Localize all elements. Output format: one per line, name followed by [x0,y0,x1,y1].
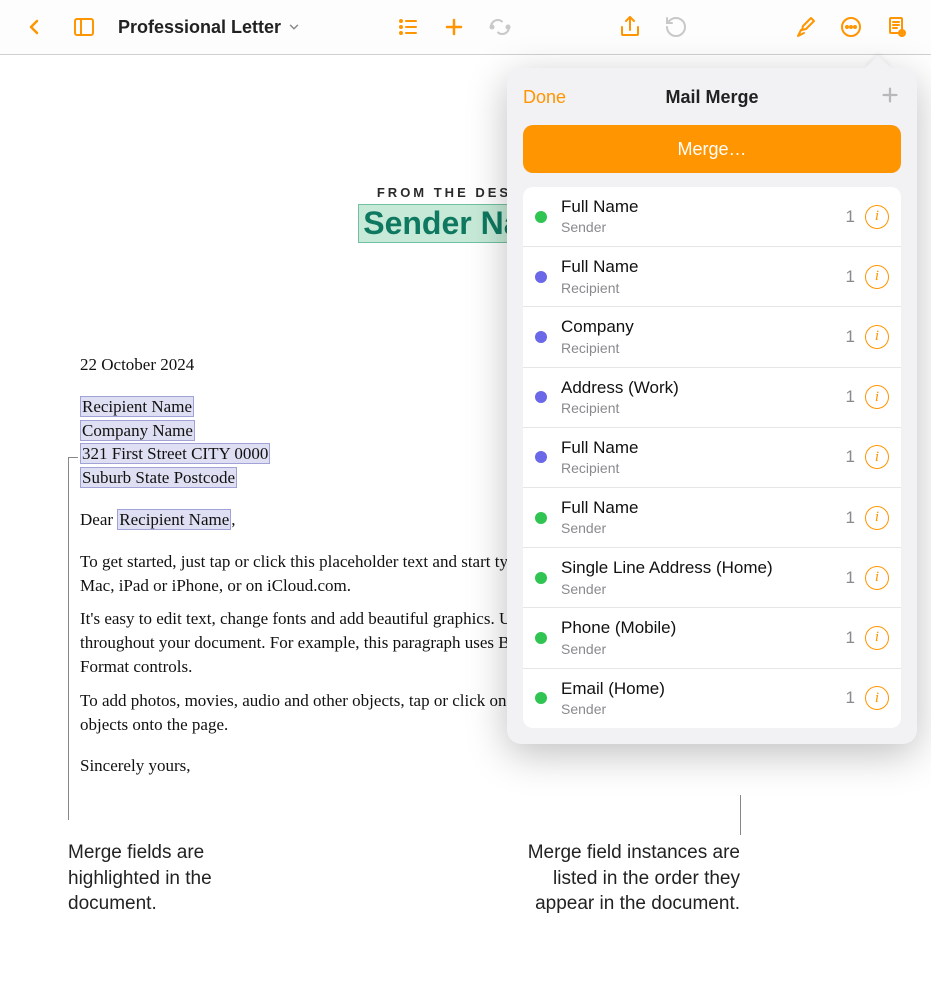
info-icon[interactable]: i [865,385,889,409]
back-icon[interactable] [12,5,56,49]
chevron-down-icon [287,20,301,34]
info-icon[interactable]: i [865,205,889,229]
merge-field-row[interactable]: Address (Work) Recipient 1 i [523,368,901,428]
field-name-label: Email (Home) [561,679,846,699]
field-role-label: Sender [561,581,846,598]
document-settings-icon[interactable] [875,5,919,49]
field-count: 1 [846,207,855,227]
document-title-text: Professional Letter [118,17,281,38]
callouts-area: Merge fields are highlighted in the docu… [0,820,931,995]
field-name-label: Full Name [561,498,846,518]
field-count: 1 [846,267,855,287]
merge-button[interactable]: Merge… [523,125,901,173]
field-count: 1 [846,508,855,528]
field-name-label: Full Name [561,438,846,458]
field-role-label: Recipient [561,460,846,477]
field-name-label: Phone (Mobile) [561,618,846,638]
info-icon[interactable]: i [865,686,889,710]
field-count: 1 [846,568,855,588]
callout-right: Merge field instances are listed in the … [490,840,740,917]
field-role-label: Sender [561,641,846,658]
merge-field-list: Full Name Sender 1 i Full Name Recipient… [523,187,901,728]
callout-leader-right-v [740,795,741,835]
info-icon[interactable]: i [865,445,889,469]
field-count: 1 [846,688,855,708]
mail-merge-popover: Done Mail Merge Merge… Full Name Sender … [507,68,917,744]
merge-field-row[interactable]: Single Line Address (Home) Sender 1 i [523,548,901,608]
closing-text: Sincerely yours, [80,754,851,778]
merge-field-row[interactable]: Full Name Recipient 1 i [523,428,901,488]
field-name-label: Full Name [561,197,846,217]
field-count: 1 [846,628,855,648]
undo-icon[interactable] [654,5,698,49]
merge-field-row[interactable]: Full Name Recipient 1 i [523,247,901,307]
field-role-label: Sender [561,701,846,718]
popover-header: Done Mail Merge [523,84,901,111]
field-role-label: Sender [561,219,846,236]
callout-leader-left-h [68,457,78,458]
salutation-prefix: Dear [80,510,117,529]
salutation-name-merge-field[interactable]: Recipient Name [117,509,231,530]
field-count: 1 [846,447,855,467]
format-brush-icon[interactable] [783,5,827,49]
company-name-merge-field[interactable]: Company Name [80,420,195,441]
info-icon[interactable]: i [865,506,889,530]
merge-field-row[interactable]: Phone (Mobile) Sender 1 i [523,608,901,668]
field-count: 1 [846,327,855,347]
recipient-name-merge-field[interactable]: Recipient Name [80,396,194,417]
info-icon[interactable]: i [865,325,889,349]
field-name-label: Address (Work) [561,378,846,398]
sidebar-icon[interactable] [62,5,106,49]
salutation-suffix: , [231,510,235,529]
merge-field-row[interactable]: Full Name Sender 1 i [523,488,901,548]
info-icon[interactable]: i [865,265,889,289]
list-view-icon[interactable] [386,5,430,49]
field-role-label: Recipient [561,340,846,357]
callout-left: Merge fields are highlighted in the docu… [68,840,288,917]
merge-field-row[interactable]: Company Recipient 1 i [523,307,901,367]
field-role-label: Sender [561,520,846,537]
add-icon[interactable] [432,5,476,49]
field-name-label: Single Line Address (Home) [561,558,846,578]
field-dot-icon [535,692,547,704]
toolbar: Professional Letter [0,0,931,55]
field-count: 1 [846,387,855,407]
field-dot-icon [535,391,547,403]
info-icon[interactable]: i [865,626,889,650]
callout-leader-left-v [68,457,69,820]
field-role-label: Recipient [561,280,846,297]
merge-field-row[interactable]: Email (Home) Sender 1 i [523,669,901,728]
address-line1-merge-field[interactable]: 321 First Street CITY 0000 [80,443,270,464]
field-dot-icon [535,632,547,644]
field-dot-icon [535,451,547,463]
done-button[interactable]: Done [523,87,566,108]
field-role-label: Recipient [561,400,846,417]
add-field-button[interactable] [879,84,901,111]
field-dot-icon [535,512,547,524]
document-title[interactable]: Professional Letter [118,17,301,38]
field-dot-icon [535,331,547,343]
address-line2-merge-field[interactable]: Suburb State Postcode [80,467,237,488]
field-name-label: Full Name [561,257,846,277]
field-dot-icon [535,271,547,283]
field-name-label: Company [561,317,846,337]
popover-title: Mail Merge [665,87,758,108]
share-icon[interactable] [608,5,652,49]
field-dot-icon [535,211,547,223]
more-icon[interactable] [829,5,873,49]
collaboration-icon[interactable] [478,5,522,49]
field-dot-icon [535,572,547,584]
merge-field-row[interactable]: Full Name Sender 1 i [523,187,901,247]
info-icon[interactable]: i [865,566,889,590]
